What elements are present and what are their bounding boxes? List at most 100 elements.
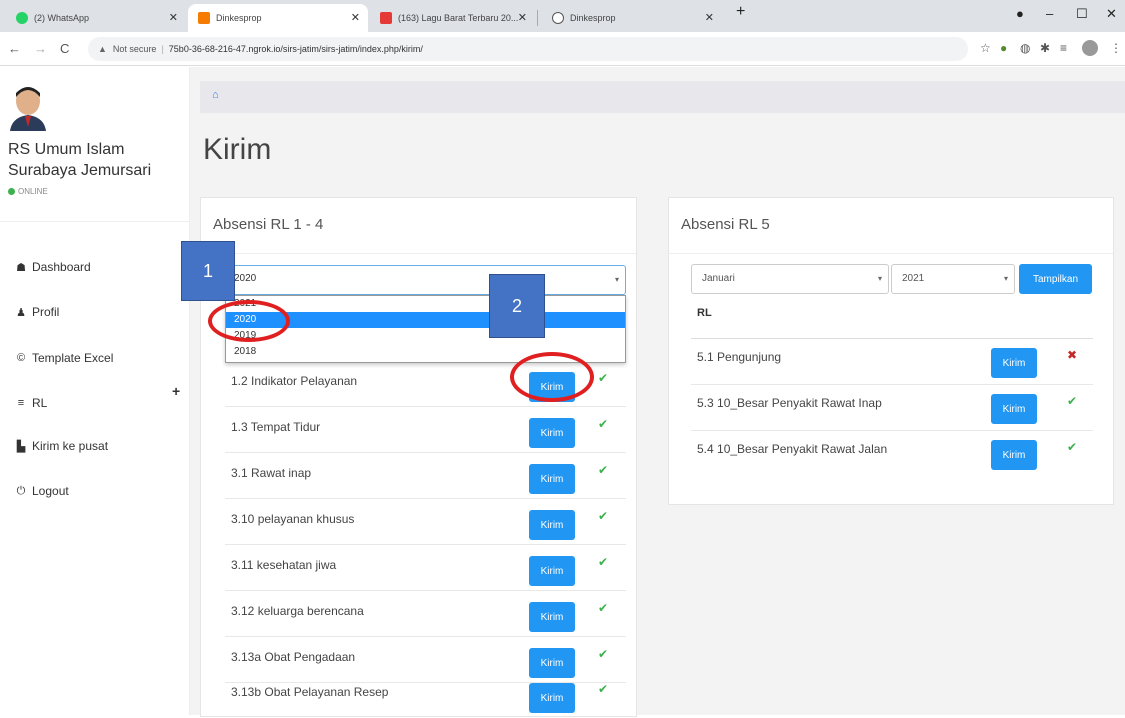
tab-dinkesprop[interactable]: Dinkesprop ✕	[542, 4, 722, 32]
kirim-button[interactable]: Kirim	[991, 394, 1037, 424]
minimize-icon[interactable]: –	[1046, 6, 1053, 21]
main-content: ⌂ Kirim Absensi RL 1 - 4 2020 ▾ 2021 202…	[190, 67, 1125, 717]
dinkesprop-icon	[198, 12, 210, 24]
row-label: 5.4 10_Besar Penyakit Rawat Jalan	[697, 442, 888, 456]
card-title: Absensi RL 1 - 4	[213, 216, 324, 233]
tab-youtube[interactable]: (163) Lagu Barat Terbaru 20... ✕	[370, 4, 535, 32]
sidebar-item-label: RL	[32, 396, 48, 410]
sidebar: RS Umum Islam Surabaya Jemursari ONLINE …	[0, 67, 190, 715]
check-icon: ✔	[598, 417, 609, 431]
expand-plus-icon[interactable]: +	[172, 383, 180, 399]
sidebar-item-dashboard[interactable]: ☗ Dashboard	[14, 260, 91, 274]
kirim-button[interactable]: Kirim	[529, 683, 575, 713]
kirim-button[interactable]: Kirim	[529, 510, 575, 540]
tab-dinkesprop-active[interactable]: Dinkesprop ✕	[188, 4, 368, 32]
table-row: 1.3 Tempat Tidur Kirim ✔	[225, 407, 626, 453]
forward-icon[interactable]: →	[34, 41, 47, 56]
user-icon: ♟	[16, 306, 26, 319]
status-label: ONLINE	[18, 187, 48, 196]
year-option[interactable]: 2021	[226, 296, 625, 312]
kirim-button[interactable]: Kirim	[529, 464, 575, 494]
online-status: ONLINE	[8, 187, 48, 196]
table-row: 3.13b Obat Pelayanan Resep Kirim ✔	[225, 672, 626, 718]
home-icon[interactable]: ⌂	[212, 89, 219, 101]
tab-whatsapp[interactable]: (2) WhatsApp ✕	[6, 4, 186, 32]
kirim-button[interactable]: Kirim	[529, 418, 575, 448]
new-tab-button[interactable]: +	[736, 3, 745, 21]
card-divider	[669, 253, 1113, 254]
tampilkan-button[interactable]: Tampilkan	[1019, 264, 1092, 294]
sidebar-item-label: Logout	[32, 484, 69, 498]
table-row: 3.1 Rawat inap Kirim ✔	[225, 453, 626, 499]
profile-circle-icon[interactable]: ●	[1016, 6, 1024, 21]
tab-divider	[537, 10, 538, 26]
sidebar-item-logout[interactable]: ⏻ Logout	[14, 484, 69, 498]
menu-dots-icon[interactable]: ⋮	[1110, 41, 1122, 55]
kirim-button[interactable]: Kirim	[529, 602, 575, 632]
month-select[interactable]: Januari ▾	[691, 264, 889, 294]
table-row: 5.3 10_Besar Penyakit Rawat Inap Kirim ✔	[691, 385, 1093, 431]
check-icon: ✔	[598, 555, 609, 569]
star-icon[interactable]: ☆	[980, 41, 991, 55]
year-select-value: 2020	[234, 273, 257, 284]
kirim-button[interactable]: Kirim	[529, 556, 575, 586]
tab-label: Dinkesprop	[216, 13, 262, 23]
table-row: 3.11 kesehatan jiwa Kirim ✔	[225, 545, 626, 591]
table-row: 5.1 Pengunjung Kirim ✖	[691, 339, 1093, 385]
dashboard-icon: ☗	[16, 261, 26, 274]
absensi-rl-1-4-card: Absensi RL 1 - 4 2020 ▾ 2021 2020 2019 2…	[200, 197, 637, 717]
sidebar-item-profil[interactable]: ♟ Profil	[14, 305, 59, 319]
sidebar-item-kirim-ke-pusat[interactable]: ▙ Kirim ke pusat	[14, 439, 108, 453]
row-label: 3.1 Rawat inap	[231, 466, 312, 480]
card-title: Absensi RL 5	[681, 216, 770, 233]
check-icon: ✔	[598, 601, 609, 615]
back-icon[interactable]: ←	[8, 41, 21, 56]
year-select-rl5[interactable]: 2021 ▾	[891, 264, 1015, 294]
close-icon[interactable]: ✕	[705, 11, 714, 24]
row-label: 3.13b Obat Pelayanan Resep	[231, 685, 389, 699]
url-bar[interactable]: ▲ Not secure | 75b0-36-68-216-47.ngrok.i…	[88, 37, 968, 61]
kirim-button[interactable]: Kirim	[991, 348, 1037, 378]
extension-icon[interactable]: ◍	[1020, 41, 1030, 55]
puzzle-icon[interactable]: ✱	[1040, 41, 1050, 55]
year-select[interactable]: 2020 ▾	[225, 265, 626, 295]
row-label: 5.3 10_Besar Penyakit Rawat Inap	[697, 396, 882, 410]
row-label: 5.1 Pengunjung	[697, 350, 782, 364]
extension-icon[interactable]: ●	[1000, 41, 1007, 55]
address-toolbar: ← → C ▲ Not secure | 75b0-36-68-216-47.n…	[0, 32, 1125, 66]
table-row: 3.12 keluarga berencana Kirim ✔	[225, 591, 626, 637]
sidebar-item-label: Template Excel	[32, 351, 114, 365]
close-icon[interactable]: ✕	[518, 11, 527, 24]
close-icon[interactable]: ✕	[351, 11, 360, 24]
highlight-ellipse-year	[208, 300, 290, 342]
check-icon: ✔	[598, 463, 609, 477]
year-option[interactable]: 2019	[226, 328, 625, 344]
row-label: 3.11 kesehatan jiwa	[231, 558, 337, 572]
row-label: 3.10 pelayanan khusus	[231, 512, 355, 526]
browser-tab-strip: (2) WhatsApp ✕ Dinkesprop ✕ (163) Lagu B…	[0, 0, 1125, 32]
kirim-button[interactable]: Kirim	[991, 440, 1037, 470]
reload-icon[interactable]: C	[60, 41, 69, 56]
sidebar-item-template-excel[interactable]: © Template Excel	[14, 351, 113, 365]
cross-icon: ✖	[1067, 348, 1078, 362]
row-label: 3.13a Obat Pengadaan	[231, 650, 356, 664]
status-dot-icon	[8, 188, 15, 195]
youtube-icon	[380, 12, 392, 24]
sidebar-item-rl[interactable]: ≡ RL	[14, 396, 48, 410]
chevron-down-icon: ▾	[877, 274, 882, 283]
globe-icon	[552, 12, 564, 24]
sidebar-item-label: Profil	[32, 305, 60, 319]
url-divider: |	[161, 44, 164, 54]
step-1-marker: 1	[181, 241, 235, 301]
not-secure-label: Not secure	[112, 44, 157, 54]
user-avatar-icon[interactable]	[1082, 40, 1098, 56]
table-row: 3.10 pelayanan khusus Kirim ✔	[225, 499, 626, 545]
window-close-icon[interactable]: ✕	[1106, 6, 1117, 22]
list-icon: ≡	[17, 397, 25, 409]
check-icon: ✔	[598, 647, 609, 661]
reading-list-icon[interactable]: ≡	[1060, 41, 1067, 55]
card-divider	[201, 253, 636, 254]
close-icon[interactable]: ✕	[169, 11, 178, 24]
maximize-icon[interactable]: ☐	[1076, 6, 1088, 22]
check-icon: ✔	[598, 682, 609, 696]
